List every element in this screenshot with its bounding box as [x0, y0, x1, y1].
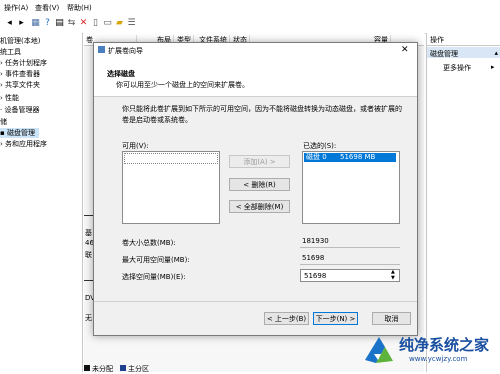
max-space-label: 最大可用空间量(MB): — [122, 256, 190, 264]
selected-label: 已选的(S): — [303, 142, 337, 150]
watermark-logo-icon — [365, 337, 393, 363]
available-label: 可用(V): — [122, 142, 149, 150]
dialog-title: 扩展卷向导 — [108, 47, 143, 55]
actions-disk-management[interactable]: 磁盘管理 ▴ — [427, 47, 500, 58]
add-button[interactable]: 添加(A) > — [229, 155, 290, 168]
actions-header: 操作 — [427, 33, 500, 46]
legend-unallocated: 未分配 — [92, 365, 113, 373]
menu-view[interactable]: 查看(V) — [35, 3, 59, 13]
remove-button[interactable]: < 删除(R) — [229, 178, 290, 191]
legend: 未分配 主分区 — [84, 364, 284, 373]
page-subheading: 你可以用至少一个磁盘上的空间来扩展卷。 — [116, 81, 249, 89]
extend-volume-wizard: 扩展卷向导 ✕ 选择磁盘 你可以用至少一个磁盘上的空间来扩展卷。 你只能将此卷扩… — [93, 42, 418, 336]
focus-rect — [124, 153, 218, 164]
divider — [84, 215, 93, 216]
footer-divider — [94, 301, 417, 302]
actions-pane: 操作 磁盘管理 ▴ 更多操作 ▸ — [426, 33, 500, 372]
select-space-input[interactable]: 51698 — [300, 269, 400, 282]
tree-item-system-tools[interactable]: 统工具 — [0, 47, 21, 57]
spin-down-icon[interactable]: ▼ — [391, 275, 395, 281]
tree-item-event-viewer[interactable]: › 事件查看器 — [0, 69, 40, 79]
tree-item-computer-management[interactable]: 机管理(本地) — [0, 36, 40, 46]
primary-swatch — [120, 365, 126, 371]
cancel-button[interactable]: 取消 — [372, 312, 411, 325]
total-size-value: 181930 — [300, 236, 400, 248]
menubar: 操作(A) 查看(V) 帮助(H) — [0, 0, 500, 16]
unallocated-swatch — [84, 365, 90, 371]
dvd-status-fragment: 无 — [85, 314, 92, 322]
collapse-icon[interactable]: ▴ — [494, 49, 498, 57]
description: 你只能将此卷扩展到如下所示的可用空间，因为不能将磁盘转换为动态磁盘，或者被扩展的… — [122, 105, 402, 124]
tree-item-disk-management[interactable]: ▪ 磁盘管理 — [0, 128, 39, 138]
console-icon[interactable]: ▦ — [30, 18, 41, 29]
properties-icon[interactable]: ▯ — [90, 18, 101, 29]
dialog-titlebar: 扩展卷向导 ✕ — [94, 43, 417, 57]
view-icon[interactable]: ▤ — [54, 18, 65, 29]
tree-item-services-apps[interactable]: › 务和应用程序 — [0, 139, 47, 149]
close-icon[interactable]: ✕ — [401, 45, 409, 55]
submenu-arrow-icon: ▸ — [491, 63, 495, 71]
document-icon[interactable]: ▭ — [102, 18, 113, 29]
tree-item-device-manager[interactable]: · 设备管理器 — [0, 105, 39, 115]
toolbar: ◂ ▸ ▦ ? ▤ ⇆ ✕ ▯ ▭ ▰ ☰ — [0, 16, 500, 34]
watermark-url: www.ycwjzy.com — [409, 355, 468, 363]
menu-action[interactable]: 操作(A) — [4, 3, 28, 13]
tree-item-task-scheduler[interactable]: › 任务计划程序 — [0, 58, 47, 68]
remove-all-button[interactable]: < 全部删除(M) — [229, 200, 290, 213]
tree-item-storage[interactable]: 储 — [0, 117, 7, 127]
back-icon[interactable]: ◂ — [4, 18, 15, 29]
selected-disk-row[interactable]: 磁盘 0 51698 MB — [304, 153, 396, 162]
wizard-icon — [98, 46, 105, 53]
list-icon[interactable]: ☰ — [126, 18, 137, 29]
actions-more[interactable]: 更多操作 — [443, 63, 471, 73]
total-size-label: 卷大小总数(MB): — [122, 239, 176, 247]
selected-list[interactable]: 磁盘 0 51698 MB — [302, 151, 400, 224]
available-list[interactable] — [122, 151, 220, 224]
select-space-label: 选择空间量(MB)(E): — [122, 273, 186, 281]
disk-icon: ▪ — [0, 129, 7, 137]
connect-icon[interactable]: ⇆ — [66, 18, 77, 29]
next-button[interactable]: 下一步(N) > — [313, 312, 358, 325]
watermark: 纯净系统之家 www.ycwjzy.com — [357, 330, 500, 372]
delete-icon[interactable]: ✕ — [78, 18, 89, 29]
tree-item-shared-folders[interactable]: › 共享文件夹 — [0, 80, 40, 90]
legend-primary: 主分区 — [128, 365, 149, 373]
page-heading: 选择磁盘 — [107, 70, 135, 78]
disk-label-fragment: 基 — [85, 229, 92, 237]
menu-help[interactable]: 帮助(H) — [67, 3, 92, 13]
disk-status-fragment: 联 — [85, 251, 92, 259]
divider — [84, 280, 93, 281]
console-tree: 机管理(本地) 统工具 › 任务计划程序 › 事件查看器 › 共享文件夹 › 性… — [0, 33, 83, 372]
spin-buttons[interactable]: ▲ ▼ — [390, 269, 399, 281]
forward-icon[interactable]: ▸ — [16, 18, 27, 29]
help-icon[interactable]: ? — [42, 18, 53, 29]
wizard-header: 选择磁盘 你可以用至少一个磁盘上的空间来扩展卷。 — [94, 57, 417, 97]
max-space-value: 51698 — [300, 253, 400, 265]
folder-icon[interactable]: ▰ — [114, 18, 125, 29]
watermark-title: 纯净系统之家 — [399, 336, 490, 354]
tree-item-performance[interactable]: › 性能 — [0, 93, 19, 103]
back-button[interactable]: < 上一步(B) — [264, 312, 309, 325]
